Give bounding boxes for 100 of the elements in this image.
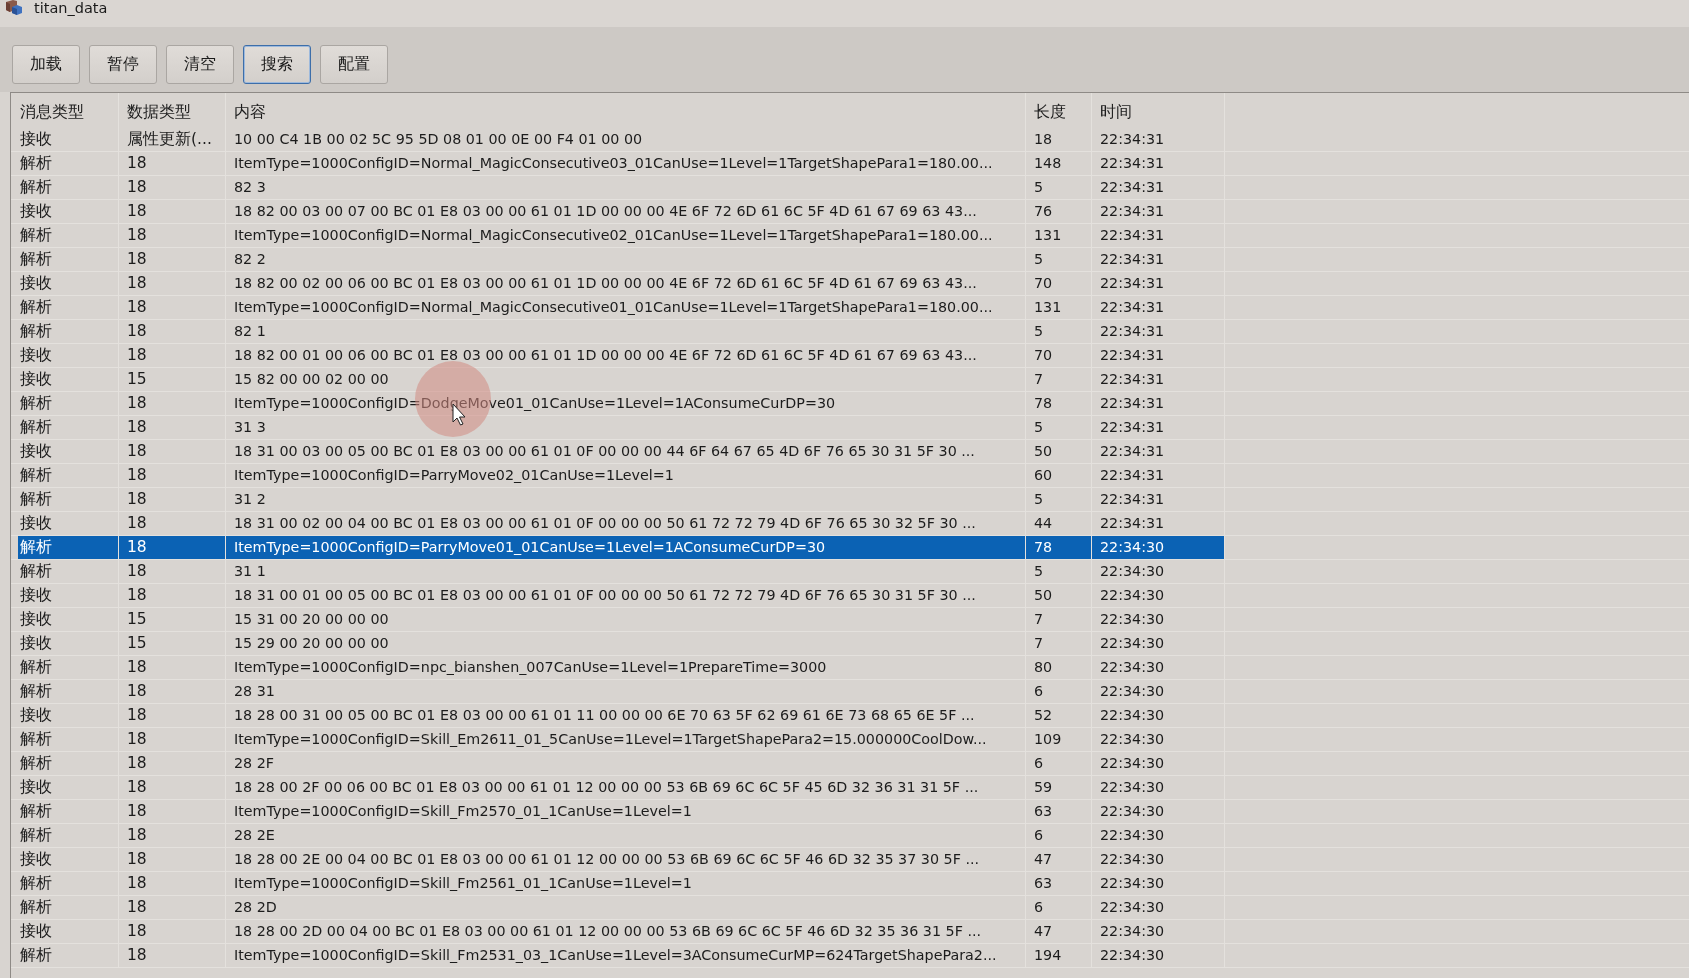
table-cell: 44 bbox=[1026, 512, 1092, 535]
table-row[interactable]: 接收 属性更新(... 10 00 C4 1B 00 02 5C 95 5D 08 01 00 0E 00 F4 01 00 00 18 22:34:31 bbox=[18, 128, 1225, 151]
table-row[interactable]: 接收 18 18 82 00 02 00 06 00 BC 01 E8 03 00 00 61 01 1D 00 00 00 4E 6F 72 6D 61 6C 5F 4D 61 67 69 63 43... 70 22:34:31 bbox=[18, 272, 1225, 295]
table-cell: 解析 bbox=[18, 872, 119, 895]
table-row[interactable]: 接收 18 18 31 00 03 00 05 00 BC 01 E8 03 00 00 61 01 0F 00 00 00 44 6F 64 67 65 4D 6F 76 65 30 31 5F 30 ... 50 22:34:31 bbox=[18, 440, 1225, 463]
column-header[interactable]: 时间 bbox=[1092, 93, 1225, 128]
table-cell: 7 bbox=[1026, 632, 1092, 655]
table-row[interactable]: 解析 18 ItemType=1000ConfigID=Skill_Em2611_01_5CanUse=1Level=1TargetShapePara2=15.000000CoolDow... 109 22:34:30 bbox=[18, 728, 1225, 751]
table-cell: 7 bbox=[1026, 368, 1092, 391]
table-row[interactable]: 接收 15 15 31 00 20 00 00 00 7 22:34:30 bbox=[18, 608, 1225, 631]
table-cell: 解析 bbox=[18, 752, 119, 775]
table-cell: 解析 bbox=[18, 824, 119, 847]
table-cell: 18 28 00 31 00 05 00 BC 01 E8 03 00 00 61 01 11 00 00 00 6E 70 63 5F 62 69 61 6E 73 68 65 6E 5F ... bbox=[226, 704, 1026, 727]
table-cell: 解析 bbox=[18, 656, 119, 679]
table-cell: 63 bbox=[1026, 800, 1092, 823]
table-row[interactable]: 接收 18 18 28 00 31 00 05 00 BC 01 E8 03 00 00 61 01 11 00 00 00 6E 70 63 5F 62 69 61 6E 73 68 65 6E 5F ... 52 22:34:30 bbox=[18, 704, 1225, 727]
table-row[interactable]: 解析 18 ItemType=1000ConfigID=Skill_Fm2561_01_1CanUse=1Level=1 63 22:34:30 bbox=[18, 872, 1225, 895]
toolbar-button[interactable]: 暂停 bbox=[89, 45, 157, 84]
table-row[interactable]: 解析 18 28 2E 6 22:34:30 bbox=[18, 824, 1225, 847]
table-row[interactable]: 接收 18 18 31 00 01 00 05 00 BC 01 E8 03 00 00 61 01 0F 00 00 00 50 61 72 72 79 4D 6F 76 65 30 31 5F 30 ... 50 22:34:30 bbox=[18, 584, 1225, 607]
table-row[interactable]: 接收 18 18 28 00 2F 00 06 00 BC 01 E8 03 00 00 61 01 12 00 00 00 53 6B 69 6C 6C 5F 45 6D 32 36 31 31 5F ... 59 22:34:30 bbox=[18, 776, 1225, 799]
table-row[interactable]: 解析 18 ItemType=1000ConfigID=Normal_MagicConsecutive02_01CanUse=1Level=1TargetShapePara1=180.00... 131 22:34:31 bbox=[18, 224, 1225, 247]
table-row[interactable]: 接收 18 18 28 00 2E 00 04 00 BC 01 E8 03 00 00 61 01 12 00 00 00 53 6B 69 6C 6C 5F 46 6D 32 35 37 30 5F ... 47 22:34:30 bbox=[18, 848, 1225, 871]
table-row[interactable]: 解析 18 28 2D 6 22:34:30 bbox=[18, 896, 1225, 919]
table-cell: 50 bbox=[1026, 440, 1092, 463]
table-cell: 18 bbox=[119, 776, 226, 799]
table-cell: 131 bbox=[1026, 224, 1092, 247]
table-cell: ItemType=1000ConfigID=npc_bianshen_007CanUse=1Level=1PrepareTime=3000 bbox=[226, 656, 1026, 679]
table-row[interactable]: 接收 15 15 82 00 00 02 00 00 7 22:34:31 bbox=[18, 368, 1225, 391]
table-cell: 接收 bbox=[18, 368, 119, 391]
table-row[interactable]: 解析 18 31 2 5 22:34:31 bbox=[18, 488, 1225, 511]
table-cell: 解析 bbox=[18, 224, 119, 247]
table-cell: 接收 bbox=[18, 920, 119, 943]
table-cell: 18 bbox=[119, 416, 226, 439]
table-cell: ItemType=1000ConfigID=Normal_MagicConsecutive01_01CanUse=1Level=1TargetShapePara1=180.00... bbox=[226, 296, 1026, 319]
table-row[interactable]: 解析 18 ItemType=1000ConfigID=npc_bianshen_007CanUse=1Level=1PrepareTime=3000 80 22:34:30 bbox=[18, 656, 1225, 679]
table-cell: ItemType=1000ConfigID=ParryMove01_01CanUse=1Level=1AConsumeCurDP=30 bbox=[226, 536, 1026, 559]
table-cell: 18 bbox=[119, 800, 226, 823]
table-cell: 18 bbox=[119, 344, 226, 367]
toolbar-button[interactable]: 加载 bbox=[12, 45, 80, 84]
table-cell: 18 bbox=[119, 392, 226, 415]
table-cell: 18 28 00 2E 00 04 00 BC 01 E8 03 00 00 61 01 12 00 00 00 53 6B 69 6C 6C 5F 46 6D 32 35 37 30 5F ... bbox=[226, 848, 1026, 871]
table-cell: 18 bbox=[119, 488, 226, 511]
toolbar-button[interactable]: 清空 bbox=[166, 45, 234, 84]
table-cell: 6 bbox=[1026, 680, 1092, 703]
table-cell: 解析 bbox=[18, 560, 119, 583]
table-row[interactable]: 解析 18 ItemType=1000ConfigID=Skill_Fm2570_01_1CanUse=1Level=1 63 22:34:30 bbox=[18, 800, 1225, 823]
table-row[interactable]: 解析 18 82 2 5 22:34:31 bbox=[18, 248, 1225, 271]
table-cell: 22:34:31 bbox=[1092, 416, 1225, 439]
table-cell: 22:34:31 bbox=[1092, 152, 1225, 175]
table-cell: 18 bbox=[119, 536, 226, 559]
column-header[interactable]: 数据类型 bbox=[119, 93, 226, 128]
table-row[interactable]: 解析 18 ItemType=1000ConfigID=ParryMove01_01CanUse=1Level=1AConsumeCurDP=30 78 22:34:30 bbox=[18, 536, 1225, 559]
table-cell: 18 bbox=[1026, 128, 1092, 151]
table-cell: 28 31 bbox=[226, 680, 1026, 703]
table-row[interactable]: 接收 15 15 29 00 20 00 00 00 7 22:34:30 bbox=[18, 632, 1225, 655]
table-cell: 接收 bbox=[18, 776, 119, 799]
table-row[interactable]: 接收 18 18 28 00 2D 00 04 00 BC 01 E8 03 00 00 61 01 12 00 00 00 53 6B 69 6C 6C 5F 46 6D 32 35 36 31 5F ... 47 22:34:30 bbox=[18, 920, 1225, 943]
column-header[interactable]: 内容 bbox=[226, 93, 1026, 128]
toolbar-button[interactable]: 搜索 bbox=[243, 45, 311, 84]
table-cell: 194 bbox=[1026, 944, 1092, 967]
table-cell: 18 bbox=[119, 704, 226, 727]
table-cell: 解析 bbox=[18, 488, 119, 511]
table-cell: 接收 bbox=[18, 440, 119, 463]
table-cell: 18 31 00 01 00 05 00 BC 01 E8 03 00 00 61 01 0F 00 00 00 50 61 72 72 79 4D 6F 76 65 30 31 5F 30 ... bbox=[226, 584, 1026, 607]
table-cell: 18 bbox=[119, 896, 226, 919]
table-cell: ItemType=1000ConfigID=Normal_MagicConsecutive03_01CanUse=1Level=1TargetShapePara1=180.00... bbox=[226, 152, 1026, 175]
table-row[interactable]: 解析 18 ItemType=1000ConfigID=Normal_MagicConsecutive03_01CanUse=1Level=1TargetShapePara1=180.00... 148 22:34:31 bbox=[18, 152, 1225, 175]
table-row[interactable]: 解析 18 28 31 6 22:34:30 bbox=[18, 680, 1225, 703]
table-cell: 22:34:31 bbox=[1092, 368, 1225, 391]
column-header[interactable]: 消息类型 bbox=[18, 93, 119, 128]
toolbar-button[interactable]: 配置 bbox=[320, 45, 388, 84]
table-row[interactable]: 解析 18 82 3 5 22:34:31 bbox=[18, 176, 1225, 199]
table-cell: 22:34:30 bbox=[1092, 920, 1225, 943]
table-row[interactable]: 解析 18 ItemType=1000ConfigID=ParryMove02_01CanUse=1Level=1 60 22:34:31 bbox=[18, 464, 1225, 487]
table-row[interactable]: 解析 18 31 1 5 22:34:30 bbox=[18, 560, 1225, 583]
table-cell: 22:34:31 bbox=[1092, 296, 1225, 319]
table-cell: 18 28 00 2D 00 04 00 BC 01 E8 03 00 00 61 01 12 00 00 00 53 6B 69 6C 6C 5F 46 6D 32 35 36 31 5F ... bbox=[226, 920, 1026, 943]
table-cell: 22:34:31 bbox=[1092, 224, 1225, 247]
table-cell: 5 bbox=[1026, 488, 1092, 511]
table-cell: 22:34:30 bbox=[1092, 656, 1225, 679]
column-header[interactable]: 长度 bbox=[1026, 93, 1092, 128]
blocks-icon bbox=[5, 0, 22, 15]
table-cell: 22:34:30 bbox=[1092, 536, 1225, 559]
table-row[interactable]: 解析 18 28 2F 6 22:34:30 bbox=[18, 752, 1225, 775]
table-cell: 80 bbox=[1026, 656, 1092, 679]
table-row[interactable]: 接收 18 18 82 00 01 00 06 00 BC 01 E8 03 00 00 61 01 1D 00 00 00 4E 6F 72 6D 61 6C 5F 4D 61 67 69 63 43... 70 22:34:31 bbox=[18, 344, 1225, 367]
table-cell: 82 3 bbox=[226, 176, 1026, 199]
table-row[interactable]: 解析 18 ItemType=1000ConfigID=Skill_Fm2531_03_1CanUse=1Level=3AConsumeCurMP=624TargetShapePara2... 194 22:34:30 bbox=[18, 944, 1225, 967]
table-cell: ItemType=1000ConfigID=ParryMove02_01CanUse=1Level=1 bbox=[226, 464, 1026, 487]
table-cell: ItemType=1000ConfigID=Skill_Em2611_01_5CanUse=1Level=1TargetShapePara2=15.000000CoolDow... bbox=[226, 728, 1026, 751]
table-cell: 解析 bbox=[18, 464, 119, 487]
table-cell: 接收 bbox=[18, 848, 119, 871]
table-row[interactable]: 接收 18 18 31 00 02 00 04 00 BC 01 E8 03 00 00 61 01 0F 00 00 00 50 61 72 72 79 4D 6F 76 65 30 32 5F 30 ... 44 22:34:31 bbox=[18, 512, 1225, 535]
table-row[interactable]: 解析 18 82 1 5 22:34:31 bbox=[18, 320, 1225, 343]
table-row[interactable]: 接收 18 18 82 00 03 00 07 00 BC 01 E8 03 00 00 61 01 1D 00 00 00 4E 6F 72 6D 61 6C 5F 4D 61 67 69 63 43... 76 22:34:31 bbox=[18, 200, 1225, 223]
table-cell: 18 bbox=[119, 320, 226, 343]
table-cell: 18 bbox=[119, 272, 226, 295]
table-cell: 59 bbox=[1026, 776, 1092, 799]
table-row[interactable]: 解析 18 ItemType=1000ConfigID=Normal_MagicConsecutive01_01CanUse=1Level=1TargetShapePara1=180.00... 131 22:34:31 bbox=[18, 296, 1225, 319]
